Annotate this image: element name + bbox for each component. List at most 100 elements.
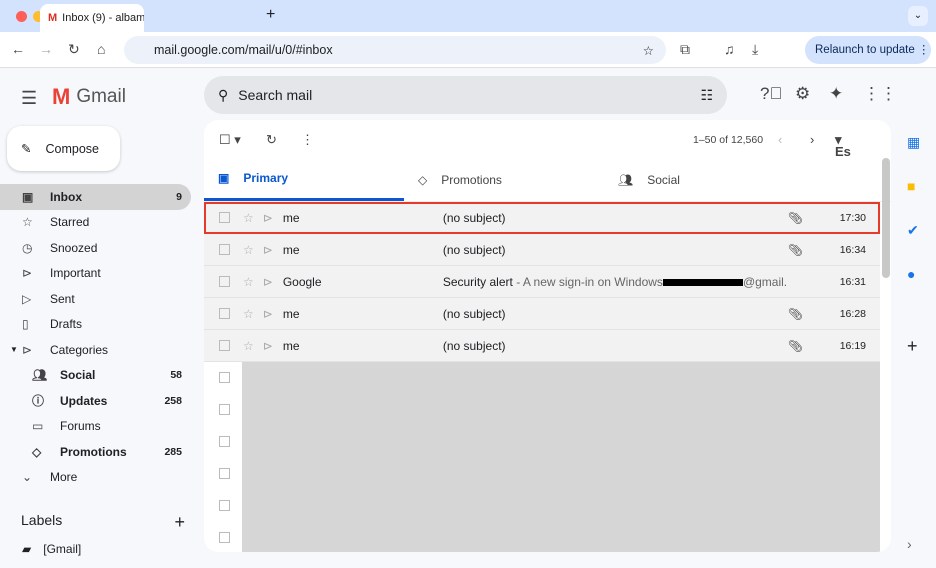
- email-sender: me: [282, 210, 300, 225]
- forum-icon: ▭: [32, 419, 44, 434]
- tab-search-button[interactable]: ⌄: [908, 6, 928, 26]
- important-marker-icon[interactable]: ⊳: [263, 243, 273, 257]
- label-item-gmail[interactable]: ▰ [Gmail]: [22, 542, 81, 556]
- calendar-icon[interactable]: ▦: [907, 134, 920, 151]
- star-icon[interactable]: ☆: [243, 243, 254, 257]
- caret-down-icon[interactable]: ▼: [10, 345, 22, 354]
- inbox-icon: ▣: [22, 189, 34, 204]
- select-all-checkbox[interactable]: ☐ ▾: [219, 132, 241, 148]
- back-icon[interactable]: ←: [11, 41, 25, 57]
- email-row[interactable]: ☆ ⊳ me (no subject) 📎︎ 16:34: [204, 234, 880, 266]
- sidebar-item-important[interactable]: ⊳ Important: [0, 261, 191, 287]
- sidebar-item-promotions[interactable]: ◇ Promotions 285: [0, 439, 191, 465]
- important-marker-icon[interactable]: ⊳: [263, 275, 273, 289]
- email-row[interactable]: ☆ ⊳ me (no subject) 📎︎ 16:19: [204, 330, 880, 362]
- attachment-icon: 📎︎: [787, 242, 804, 257]
- next-page-icon[interactable]: ›: [810, 132, 814, 147]
- gmail-logo[interactable]: M Gmail: [52, 84, 126, 110]
- sidebar-item-drafts[interactable]: ▯ Drafts: [0, 312, 191, 338]
- apps-grid-icon[interactable]: ⋮⋮: [863, 84, 897, 104]
- important-marker-icon[interactable]: ⊳: [263, 307, 273, 321]
- compose-button[interactable]: ✎ Compose: [7, 126, 120, 171]
- home-icon[interactable]: ⌂: [97, 41, 105, 57]
- help-icon[interactable]: ?⃝: [760, 84, 782, 104]
- tab-primary[interactable]: ▣ Primary: [204, 158, 404, 201]
- row-checkbox[interactable]: [219, 212, 230, 223]
- important-marker-icon[interactable]: ⊳: [263, 339, 273, 353]
- main-menu-icon[interactable]: ☰: [21, 88, 37, 109]
- extensions-icon[interactable]: ⧉: [680, 41, 690, 58]
- contacts-icon[interactable]: ●: [907, 266, 915, 282]
- email-time: 16:31: [839, 275, 866, 288]
- reload-icon[interactable]: ↻: [68, 41, 80, 58]
- star-icon[interactable]: ☆: [243, 307, 254, 321]
- tab-title: Inbox (9) - albamoraantoja@g: [62, 12, 144, 24]
- new-tab-button[interactable]: +: [266, 6, 275, 24]
- row-checkbox[interactable]: [219, 244, 230, 255]
- important-marker-icon[interactable]: ⊳: [263, 211, 273, 225]
- row-checkbox[interactable]: [219, 404, 230, 415]
- download-icon[interactable]: ⤓: [752, 41, 758, 58]
- tab-promotions[interactable]: ◇ Promotions: [404, 158, 604, 201]
- row-checkbox[interactable]: [219, 340, 230, 351]
- important-icon: ⊳: [22, 266, 33, 281]
- email-row[interactable]: ☆ ⊳ me (no subject) 📎︎ 17:30: [204, 202, 880, 234]
- add-label-icon[interactable]: +: [174, 512, 185, 533]
- sidebar-nav: ▣ Inbox 9 ☆ Starred ◷ Snoozed ⊳ Important ▷ Se…: [0, 184, 200, 490]
- refresh-icon[interactable]: ↻: [266, 132, 277, 148]
- relaunch-button[interactable]: Relaunch to update ⋮: [805, 36, 931, 64]
- row-checkbox[interactable]: [219, 500, 230, 511]
- search-icon[interactable]: ⚲: [218, 87, 228, 104]
- row-checkbox[interactable]: [219, 436, 230, 447]
- gemini-icon[interactable]: ✦: [829, 84, 843, 104]
- scrollbar[interactable]: [882, 158, 890, 278]
- forward-icon[interactable]: →: [39, 41, 53, 57]
- close-window-button[interactable]: [16, 11, 27, 22]
- previous-page-icon[interactable]: ‹: [778, 132, 782, 147]
- sidebar-item-starred[interactable]: ☆ Starred: [0, 210, 191, 236]
- sidebar-item-categories[interactable]: ▼ ⊳ Categories: [0, 337, 191, 363]
- search-options-icon[interactable]: ☷: [700, 87, 713, 104]
- bookmark-star-icon[interactable]: ☆: [643, 43, 654, 58]
- tasks-icon[interactable]: ✔: [907, 222, 919, 239]
- input-tools-button[interactable]: Es ▾: [835, 132, 851, 159]
- redacted-text: [662, 278, 743, 286]
- sidebar-item-social[interactable]: 👥︎ Social 58: [0, 363, 191, 389]
- address-bar[interactable]: mail.google.com/mail/u/0/#inbox ☆: [124, 36, 666, 64]
- nav-count: 285: [164, 445, 182, 458]
- row-checkbox[interactable]: [219, 308, 230, 319]
- email-row[interactable]: ☆ ⊳ me (no subject) 📎︎ 16:28: [204, 298, 880, 330]
- url-text: mail.google.com/mail/u/0/#inbox: [154, 43, 333, 57]
- sidebar-item-updates[interactable]: ⓘ Updates 258: [0, 388, 191, 414]
- row-checkbox[interactable]: [219, 468, 230, 479]
- email-row[interactable]: ☆ ⊳ Google Security alert - A new sign-in o…: [204, 266, 880, 298]
- email-time: 17:30: [839, 211, 866, 224]
- email-subject-line: (no subject): [443, 211, 788, 225]
- tab-label: Social: [647, 172, 680, 187]
- browser-toolbar: ← → ↻ ⌂ mail.google.com/mail/u/0/#inbox ☆…: [0, 32, 936, 68]
- row-checkbox[interactable]: [219, 372, 230, 383]
- sidebar-item-snoozed[interactable]: ◷ Snoozed: [0, 235, 191, 261]
- sidebar-item-inbox[interactable]: ▣ Inbox 9: [0, 184, 191, 210]
- email-subject-line: (no subject): [443, 307, 788, 321]
- sidebar-item-sent[interactable]: ▷ Sent: [0, 286, 191, 312]
- sidebar-item-more[interactable]: ⌄ More: [0, 465, 191, 491]
- search-input[interactable]: ⚲ Search mail ☷: [204, 76, 727, 114]
- more-options-icon[interactable]: ⋮: [301, 132, 314, 148]
- keep-icon[interactable]: ■: [907, 178, 915, 194]
- compose-label: Compose: [45, 141, 99, 156]
- star-icon[interactable]: ☆: [243, 339, 254, 353]
- gmail-favicon: M: [48, 12, 58, 24]
- row-checkbox[interactable]: [219, 532, 230, 543]
- add-addon-icon[interactable]: +: [907, 336, 918, 357]
- tab-social[interactable]: 👥︎ Social: [604, 158, 804, 201]
- settings-gear-icon[interactable]: ⚙: [795, 84, 810, 104]
- browser-tab[interactable]: MInbox (9) - albamoraantoja@g✕: [40, 4, 144, 32]
- row-checkbox[interactable]: [219, 276, 230, 287]
- media-icon[interactable]: ♫: [724, 41, 735, 57]
- star-icon[interactable]: ☆: [243, 211, 254, 225]
- sidebar-item-forums[interactable]: ▭ Forums: [0, 414, 191, 440]
- relaunch-label: Relaunch to update: [815, 44, 915, 56]
- star-icon[interactable]: ☆: [243, 275, 254, 289]
- expand-panel-icon[interactable]: ›: [907, 536, 912, 552]
